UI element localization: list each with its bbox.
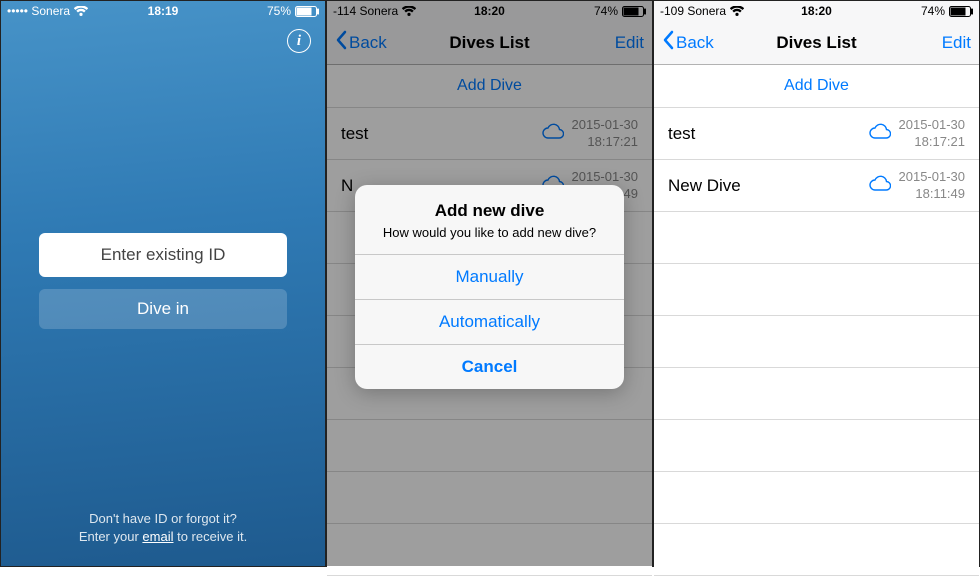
- signal-text: -109 Sonera: [660, 4, 726, 18]
- cloud-icon: [869, 175, 891, 196]
- dive-date: 2015-01-30: [899, 169, 966, 185]
- dive-name: New Dive: [668, 176, 741, 196]
- screen-dives-list-alert: -114 Sonera 18:20 74% Back Dives List: [326, 0, 653, 567]
- dive-in-button[interactable]: Dive in: [39, 289, 287, 329]
- screen-dives-list: -109 Sonera 18:20 74% Back Dives List Ed…: [653, 0, 980, 567]
- dive-time: 18:11:49: [915, 186, 965, 202]
- add-dive-button[interactable]: Add Dive: [654, 65, 979, 108]
- battery-icon: [949, 6, 973, 17]
- list-item[interactable]: New Dive 2015-01-30 18:11:49: [654, 160, 979, 212]
- screen-login: ••••• Sonera 18:19 75% i Enter existing …: [0, 0, 326, 567]
- empty-row: [654, 420, 979, 472]
- empty-row: [654, 212, 979, 264]
- battery-icon: [295, 6, 319, 17]
- existing-id-input[interactable]: Enter existing ID: [39, 233, 287, 277]
- empty-row: [654, 264, 979, 316]
- empty-row: [654, 316, 979, 368]
- alert-message: How would you like to add new dive?: [369, 225, 610, 240]
- empty-row: [654, 472, 979, 524]
- dive-name: test: [668, 124, 695, 144]
- login-form: Enter existing ID Dive in: [39, 233, 287, 329]
- email-link[interactable]: email: [142, 529, 173, 544]
- alert-option-manually[interactable]: Manually: [355, 254, 624, 299]
- empty-row: [654, 368, 979, 420]
- wifi-icon: [730, 6, 744, 16]
- cloud-icon: [869, 123, 891, 144]
- battery-pct: 75%: [267, 4, 291, 18]
- add-dive-alert: Add new dive How would you like to add n…: [355, 185, 624, 389]
- list-item[interactable]: test 2015-01-30 18:17:21: [654, 108, 979, 160]
- alert-title: Add new dive: [369, 201, 610, 221]
- status-bar: ••••• Sonera 18:19 75%: [1, 1, 325, 21]
- info-icon[interactable]: i: [287, 29, 311, 53]
- back-button[interactable]: Back: [662, 30, 714, 55]
- edit-button[interactable]: Edit: [942, 33, 971, 53]
- dives-list: Add Dive test 2015-01-30 18:17:21 New Di…: [654, 65, 979, 576]
- alert-option-automatically[interactable]: Automatically: [355, 299, 624, 344]
- footer-help-text: Don't have ID or forgot it? Enter your e…: [1, 510, 325, 546]
- nav-bar: Back Dives List Edit: [654, 21, 979, 65]
- empty-row: [654, 524, 979, 576]
- battery-pct: 74%: [921, 4, 945, 18]
- dive-time: 18:17:21: [914, 134, 965, 150]
- wifi-icon: [74, 6, 88, 16]
- status-bar: -109 Sonera 18:20 74%: [654, 1, 979, 21]
- dive-date: 2015-01-30: [899, 117, 966, 133]
- alert-cancel-button[interactable]: Cancel: [355, 344, 624, 389]
- chevron-left-icon: [662, 30, 674, 55]
- signal-text: ••••• Sonera: [7, 4, 70, 18]
